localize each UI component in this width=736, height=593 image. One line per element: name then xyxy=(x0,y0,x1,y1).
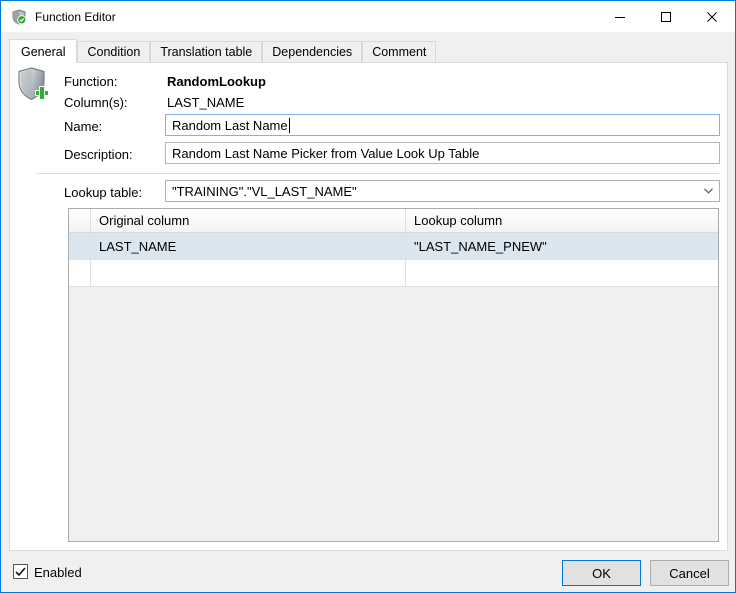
row-selector-cell[interactable] xyxy=(69,260,91,286)
minimize-button[interactable] xyxy=(597,1,643,32)
tab-dependencies-label: Dependencies xyxy=(272,45,352,59)
columns-value: LAST_NAME xyxy=(167,95,244,110)
description-label: Description: xyxy=(64,147,133,162)
name-label: Name: xyxy=(64,119,102,134)
window-title: Function Editor xyxy=(35,10,116,24)
original-column-cell[interactable] xyxy=(91,260,406,286)
general-tab-panel: Function: RandomLookup Column(s): LAST_N… xyxy=(9,62,728,551)
tab-condition[interactable]: Condition xyxy=(77,41,150,62)
description-input-value: Random Last Name Picker from Value Look … xyxy=(172,146,479,161)
function-label: Function: xyxy=(64,74,117,89)
tab-strip: General Condition Translation table Depe… xyxy=(9,39,436,62)
description-input[interactable]: Random Last Name Picker from Value Look … xyxy=(165,142,720,164)
function-value: RandomLookup xyxy=(167,74,266,89)
tab-dependencies[interactable]: Dependencies xyxy=(262,41,362,62)
close-button[interactable] xyxy=(689,1,735,32)
tab-translation-table-label: Translation table xyxy=(160,45,252,59)
chevron-down-icon xyxy=(700,188,713,194)
tab-general-label: General xyxy=(21,45,65,59)
maximize-button[interactable] xyxy=(643,1,689,32)
original-column-header: Original column xyxy=(91,209,406,232)
close-icon xyxy=(707,12,717,22)
original-column-cell[interactable]: LAST_NAME xyxy=(91,233,406,259)
window-controls xyxy=(597,1,735,32)
minimize-icon xyxy=(615,12,625,22)
row-selector-cell[interactable] xyxy=(69,233,91,259)
enabled-label: Enabled xyxy=(34,565,82,580)
enabled-checkbox[interactable] xyxy=(13,564,28,579)
text-caret xyxy=(289,118,290,133)
lookup-table-value: "TRAINING"."VL_LAST_NAME" xyxy=(172,184,700,199)
table-header-row: Original column Lookup column xyxy=(69,209,718,233)
lookup-column-header: Lookup column xyxy=(406,209,718,232)
name-input[interactable]: Random Last Name xyxy=(165,114,720,136)
function-editor-window: Function Editor General Condition Transl… xyxy=(0,0,736,593)
columns-label: Column(s): xyxy=(64,95,128,110)
cancel-button[interactable]: Cancel xyxy=(650,560,729,586)
table-row-empty[interactable] xyxy=(69,260,718,287)
app-shield-icon xyxy=(11,9,27,25)
column-mapping-table: Original column Lookup column LAST_NAME … xyxy=(68,208,719,542)
title-bar[interactable]: Function Editor xyxy=(1,1,735,32)
ok-button[interactable]: OK xyxy=(562,560,641,586)
lookup-column-cell[interactable] xyxy=(406,260,718,286)
tab-translation-table[interactable]: Translation table xyxy=(150,41,262,62)
tab-comment-label: Comment xyxy=(372,45,426,59)
row-selector-header xyxy=(69,209,91,232)
lookup-column-cell[interactable]: "LAST_NAME_PNEW" xyxy=(406,233,718,259)
checkmark-icon xyxy=(15,567,26,577)
maximize-icon xyxy=(661,12,671,22)
tab-general[interactable]: General xyxy=(9,39,77,63)
lookup-table-label: Lookup table: xyxy=(64,185,142,200)
ok-button-label: OK xyxy=(592,566,611,581)
name-input-value: Random Last Name xyxy=(172,118,288,133)
lookup-table-combobox[interactable]: "TRAINING"."VL_LAST_NAME" xyxy=(165,180,720,202)
section-separator xyxy=(36,173,719,174)
tab-condition-label: Condition xyxy=(87,45,140,59)
function-shield-plus-icon xyxy=(17,67,49,106)
tab-comment[interactable]: Comment xyxy=(362,41,436,62)
cancel-button-label: Cancel xyxy=(669,566,709,581)
table-row[interactable]: LAST_NAME "LAST_NAME_PNEW" xyxy=(69,233,718,260)
